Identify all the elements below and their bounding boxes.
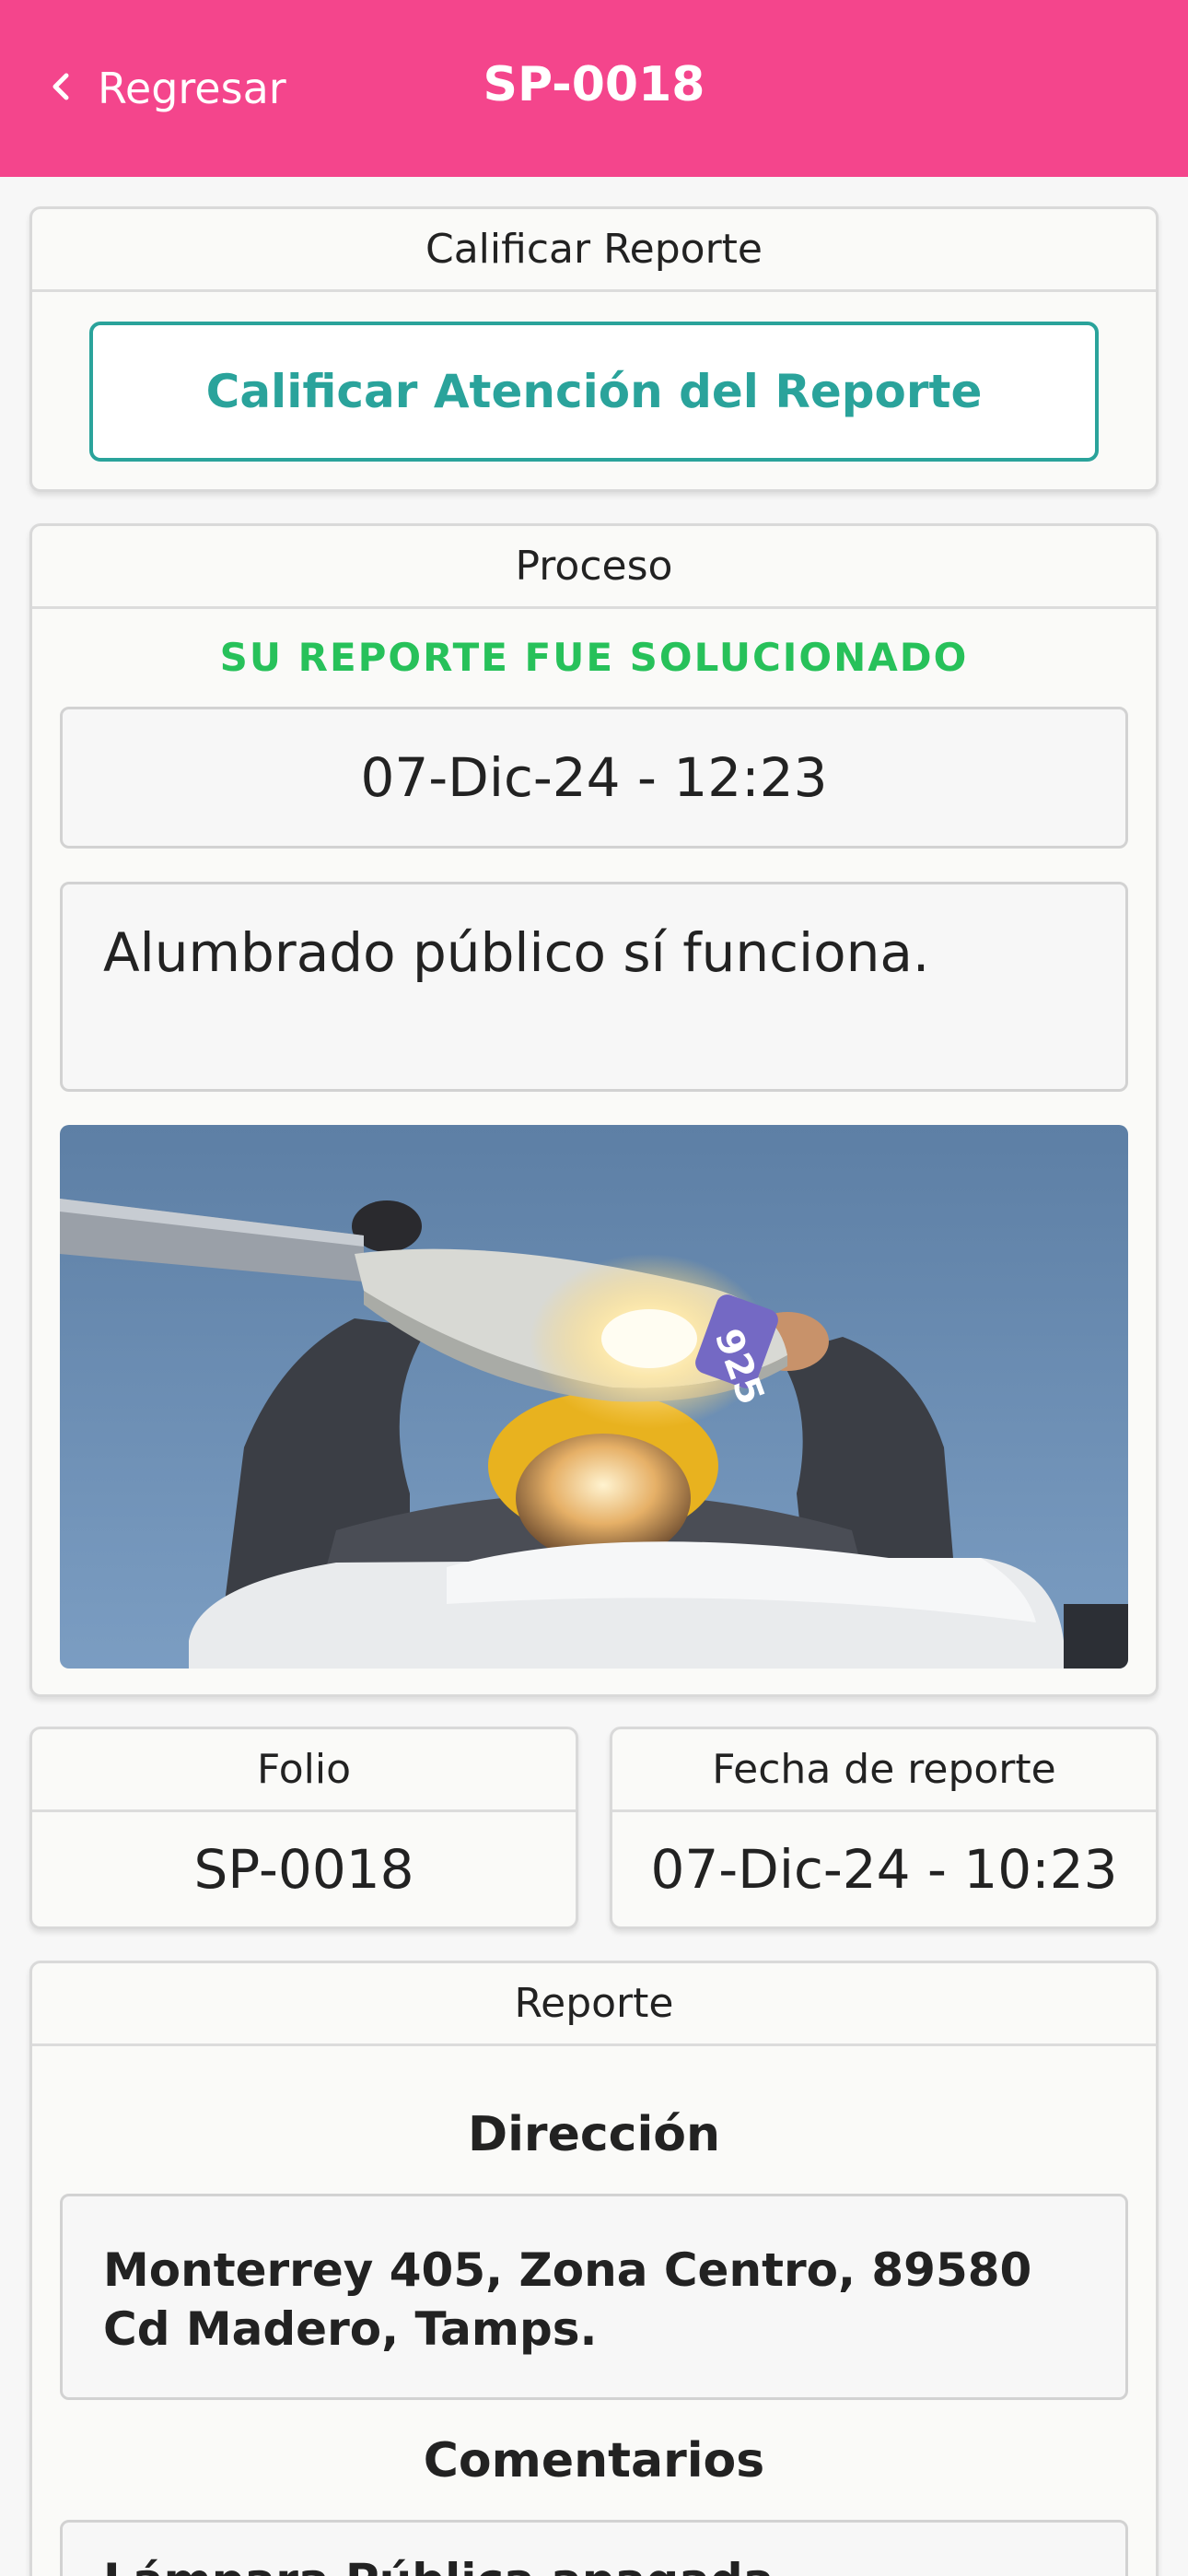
comments-text: Lámpara Pública apagada [60, 2520, 1128, 2576]
folio-value: SP-0018 [193, 1838, 414, 1901]
page-title: SP-0018 [483, 57, 705, 112]
rating-card: Calificar Reporte Calificar Atención del… [29, 206, 1159, 492]
report-date-heading: Fecha de reporte [612, 1729, 1156, 1812]
process-card-heading: Proceso [32, 526, 1156, 609]
address-title: Dirección [467, 2107, 721, 2162]
resolution-description: Alumbrado público sí funciona. [60, 882, 1128, 1092]
top-app-bar: Regresar SP-0018 [0, 0, 1188, 177]
report-date-card: Fecha de reporte 07-Dic-24 - 10:23 [610, 1727, 1159, 1929]
resolution-date: 07-Dic-24 - 12:23 [60, 707, 1128, 849]
rating-card-heading: Calificar Reporte [32, 209, 1156, 292]
report-card: Reporte Dirección Monterrey 405, Zona Ce… [29, 1961, 1159, 2576]
folio-heading: Folio [32, 1729, 576, 1812]
process-card: Proceso SU REPORTE FUE SOLUCIONADO 07-Di… [29, 523, 1159, 1697]
report-date-value: 07-Dic-24 - 10:23 [650, 1838, 1118, 1901]
report-card-heading: Reporte [32, 1963, 1156, 2046]
folio-card: Folio SP-0018 [29, 1727, 578, 1929]
resolution-photo[interactable]: 925 [60, 1125, 1128, 1669]
address-text: Monterrey 405, Zona Centro, 89580 Cd Mad… [60, 2194, 1128, 2400]
status-text: SU REPORTE FUE SOLUCIONADO [219, 635, 969, 680]
rate-report-button[interactable]: Calificar Atención del Reporte [89, 322, 1099, 462]
comments-title: Comentarios [423, 2433, 765, 2488]
